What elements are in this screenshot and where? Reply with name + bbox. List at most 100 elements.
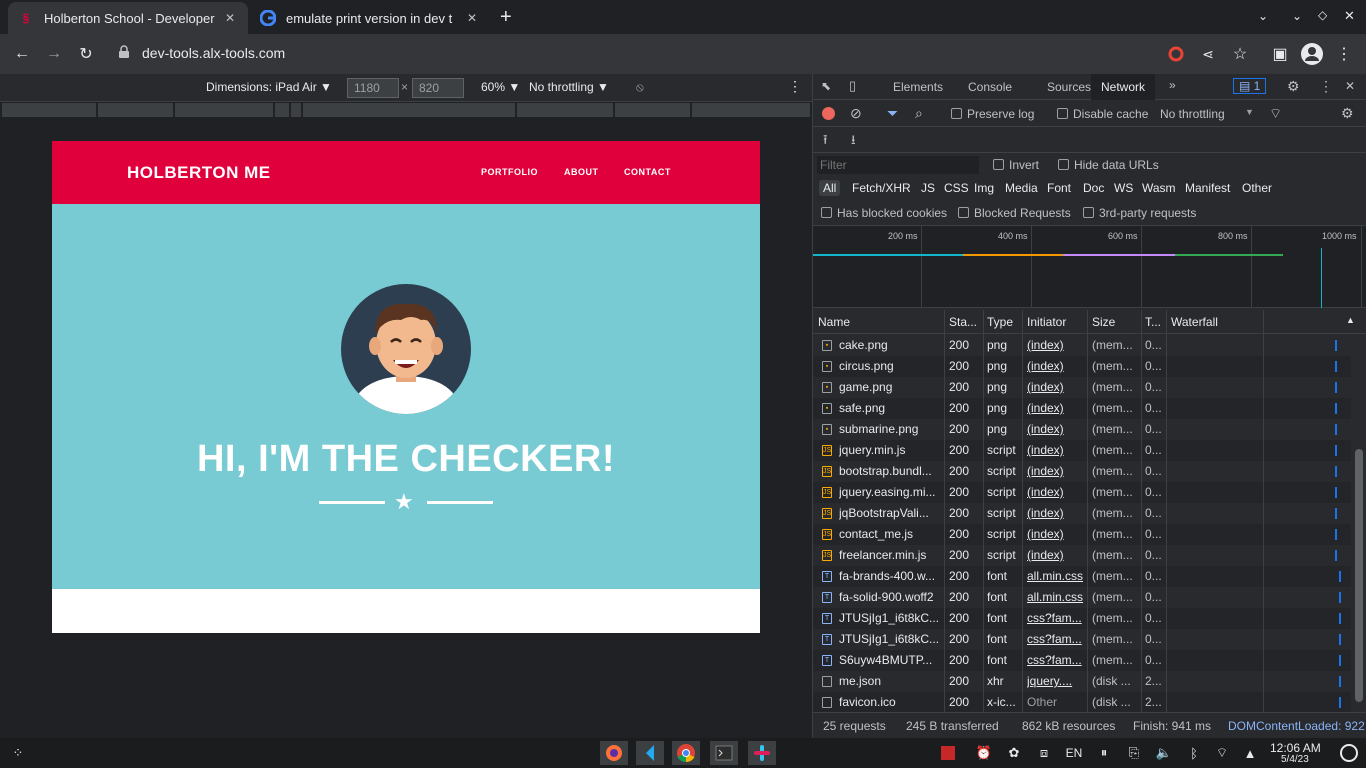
profile-avatar[interactable]	[1300, 42, 1324, 66]
clipboard-icon[interactable]: ⎘	[1120, 741, 1148, 765]
network-throttling-select[interactable]: No throttling	[1160, 107, 1225, 121]
table-row[interactable]: ▪ circus.png 200 png (index) (mem... 0...	[813, 356, 1351, 377]
issues-badge[interactable]: ▤ 1	[1233, 78, 1267, 94]
address-bar[interactable]: dev-tools.alx-tools.com	[142, 45, 285, 61]
alarm-icon[interactable]: ⏰	[970, 741, 998, 765]
tab-holberton[interactable]: § Holberton School - Developer ✕	[8, 2, 248, 34]
more-tabs-icon[interactable]: »	[1169, 78, 1176, 92]
vscode-icon[interactable]	[636, 741, 664, 765]
slack-icon[interactable]	[748, 741, 776, 765]
table-row[interactable]: ▪ game.png 200 png (index) (mem... 0...	[813, 377, 1351, 398]
inspect-element-icon[interactable]: ⬉	[821, 79, 831, 93]
type-filter-wasm[interactable]: Wasm	[1138, 180, 1180, 196]
clear-icon[interactable]: ⊘	[850, 105, 862, 122]
cell-initiator[interactable]: (index)	[1027, 464, 1085, 478]
tab-google-search[interactable]: emulate print version in dev t ✕	[250, 2, 490, 34]
media-query-bar[interactable]	[0, 102, 812, 118]
tab-network[interactable]: Network	[1091, 74, 1156, 100]
scrollbar-thumb[interactable]	[1355, 449, 1363, 702]
google-lens-icon[interactable]	[1164, 42, 1188, 66]
cell-initiator[interactable]: jquery....	[1027, 674, 1085, 688]
table-row[interactable]: JS jquery.min.js 200 script (index) (mem... 0.…	[813, 440, 1351, 461]
share-icon[interactable]: ⋖	[1196, 42, 1220, 66]
rotate-icon[interactable]: ⦸	[636, 80, 644, 95]
cell-initiator[interactable]: (index)	[1027, 338, 1085, 352]
type-filter-manifest[interactable]: Manifest	[1181, 180, 1234, 196]
has-blocked-cookies-checkbox[interactable]: Has blocked cookies	[821, 206, 947, 220]
close-window-icon[interactable]: ✕	[1344, 8, 1355, 24]
table-row[interactable]: Tfa-solid-900.woff2 200 font all.min.css (me…	[813, 587, 1351, 608]
chevron-down-icon[interactable]: ▼	[1245, 107, 1254, 117]
cell-initiator[interactable]: css?fam...	[1027, 632, 1085, 646]
tray-expand-icon[interactable]: ▲	[1236, 741, 1264, 765]
device-more-icon[interactable]: ⋮	[788, 78, 802, 95]
type-filter-media[interactable]: Media	[1001, 180, 1042, 196]
network-overview[interactable]: 200 ms 400 ms 600 ms 800 ms 1000 ms	[813, 226, 1366, 308]
type-filter-doc[interactable]: Doc	[1079, 180, 1108, 196]
device-width-input[interactable]: 1180	[347, 78, 399, 98]
sort-up-icon[interactable]: ▲	[1346, 315, 1355, 325]
tab-sources[interactable]: Sources	[1047, 80, 1091, 94]
new-tab-button[interactable]: +	[500, 6, 512, 29]
blocked-requests-checkbox[interactable]: Blocked Requests	[958, 206, 1071, 220]
table-row[interactable]: T JTUSjIg1_i6t8kC... 200 font css?fam... (mem…	[813, 608, 1351, 629]
cell-initiator[interactable]: (index)	[1027, 506, 1085, 520]
app-launcher-icon[interactable]: ⁘	[4, 741, 32, 765]
tab-console[interactable]: Console	[968, 80, 1012, 94]
cell-initiator[interactable]: (index)	[1027, 359, 1085, 373]
nav-portfolio[interactable]: PORTFOLIO	[481, 167, 538, 177]
type-filter-css[interactable]: CSS	[940, 180, 973, 196]
col-time[interactable]: T...	[1145, 315, 1161, 329]
chrome-icon[interactable]	[672, 741, 700, 765]
network-share-icon[interactable]: ⧈	[1030, 741, 1058, 765]
type-filter-font[interactable]: Font	[1043, 180, 1075, 196]
search-icon[interactable]: ⌕	[915, 105, 923, 122]
table-row[interactable]: ▪ safe.png 200 png (index) (mem... 0...	[813, 398, 1351, 419]
nav-contact[interactable]: CONTACT	[624, 167, 671, 177]
filter-input[interactable]	[817, 156, 979, 174]
type-filter-fetchxhr[interactable]: Fetch/XHR	[848, 180, 915, 196]
cell-initiator[interactable]: css?fam...	[1027, 611, 1085, 625]
site-brand[interactable]: HOLBERTON ME	[127, 163, 271, 183]
notifications-icon[interactable]	[1340, 744, 1358, 762]
network-conditions-icon[interactable]: ⌔	[1269, 105, 1282, 123]
table-row[interactable]: T JTUSjIg1_i6t8kC... 200 font css?fam... (mem…	[813, 629, 1351, 650]
device-dimensions-select[interactable]: Dimensions: iPad Air ▼	[206, 80, 332, 94]
media-pause-icon[interactable]: ⏸	[1090, 741, 1118, 765]
tab-search-icon[interactable]: ⌄	[1258, 9, 1268, 23]
filter-icon[interactable]: ⏷	[887, 105, 898, 122]
cell-initiator[interactable]: (index)	[1027, 422, 1085, 436]
table-row[interactable]: T S6uyw4BMUTP... 200 font css?fam... (mem... 0…	[813, 650, 1351, 671]
bookmark-star-icon[interactable]: ☆	[1228, 42, 1252, 66]
device-height-input[interactable]: 820	[412, 78, 464, 98]
col-waterfall[interactable]: Waterfall	[1171, 315, 1218, 329]
cell-initiator[interactable]: Other	[1027, 695, 1085, 709]
cell-initiator[interactable]: (index)	[1027, 548, 1085, 562]
network-settings-icon[interactable]: ⚙	[1341, 105, 1354, 122]
clock-time[interactable]: 12:06 AM	[1270, 741, 1321, 755]
device-toggle-icon[interactable]: ▯	[849, 78, 856, 94]
settings-gear-icon[interactable]: ⚙	[1287, 78, 1300, 95]
import-har-icon[interactable]: ⭱	[823, 131, 828, 153]
table-row[interactable]: JS jquery.easing.mi... 200 script (index) (me…	[813, 482, 1351, 503]
cell-initiator[interactable]: (index)	[1027, 485, 1085, 499]
table-row[interactable]: JS freelancer.min.js 200 script (index) (mem.…	[813, 545, 1351, 566]
close-tab-icon[interactable]: ✕	[464, 11, 480, 25]
col-name[interactable]: Name	[818, 315, 850, 329]
throttle-select[interactable]: No throttling ▼	[529, 80, 609, 94]
close-devtools-icon[interactable]: ✕	[1345, 79, 1355, 93]
col-type[interactable]: Type	[987, 315, 1013, 329]
type-filter-other[interactable]: Other	[1238, 180, 1276, 196]
tab-elements[interactable]: Elements	[893, 80, 943, 94]
export-har-icon[interactable]: ⭳	[851, 131, 856, 153]
table-row[interactable]: JS jqBootstrapVali... 200 script (index) (mem…	[813, 503, 1351, 524]
table-row[interactable]: JS bootstrap.bundl... 200 script (index) (mem…	[813, 461, 1351, 482]
forward-icon[interactable]: →	[42, 42, 66, 66]
table-row[interactable]: JS contact_me.js 200 script (index) (mem... 0.…	[813, 524, 1351, 545]
invert-checkbox[interactable]: Invert	[993, 158, 1039, 172]
close-tab-icon[interactable]: ✕	[222, 11, 238, 25]
wifi-icon[interactable]: ⌔	[1208, 741, 1236, 765]
table-row[interactable]: Tfa-brands-400.w... 200 font all.min.css (me…	[813, 566, 1351, 587]
restore-icon[interactable]: ◇	[1318, 8, 1327, 22]
cell-initiator[interactable]: (index)	[1027, 443, 1085, 457]
